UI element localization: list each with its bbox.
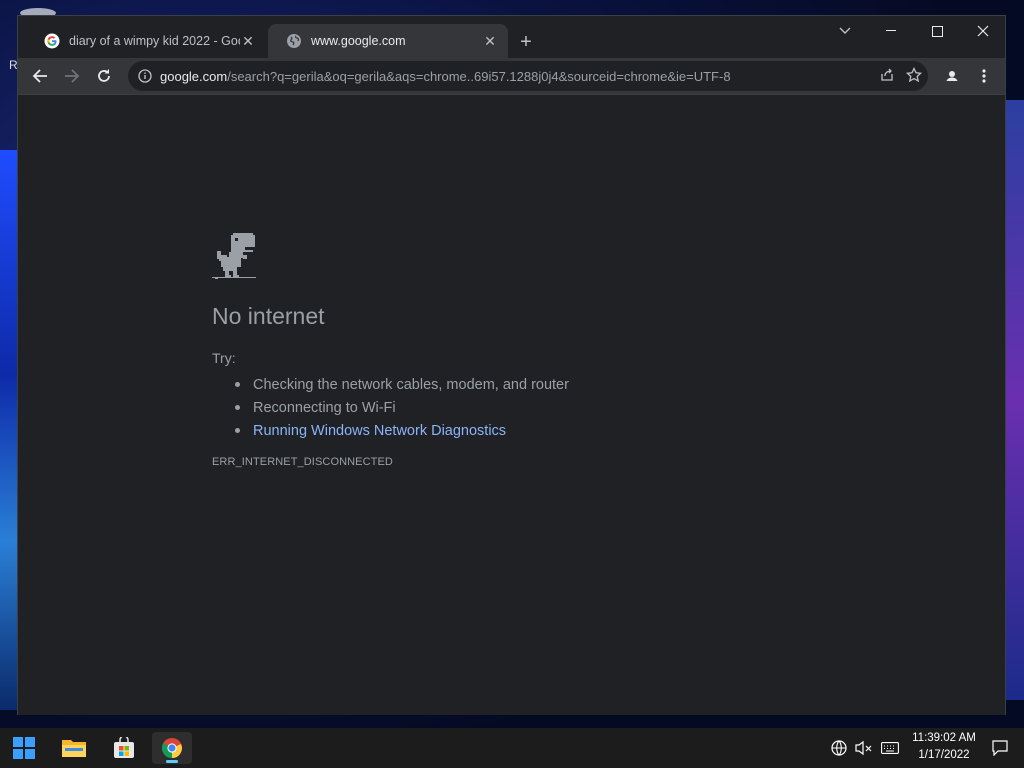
bullet-icon xyxy=(235,382,240,387)
share-icon[interactable] xyxy=(880,68,894,85)
list-item: Reconnecting to Wi-Fi xyxy=(212,396,569,419)
suggestion-link-text[interactable]: Running Windows Network Diagnostics xyxy=(253,423,506,439)
address-bar[interactable]: google.com/search?q=gerila&oq=gerila&aqs… xyxy=(128,61,928,91)
language-globe-icon[interactable] xyxy=(829,738,849,758)
reload-icon[interactable] xyxy=(90,62,118,90)
new-tab-icon[interactable]: + xyxy=(514,30,538,54)
error-code: ERR_INTERNET_DISCONNECTED xyxy=(212,456,393,468)
close-tab-icon[interactable]: ✕ xyxy=(240,33,256,49)
tab-diary-of-a-wimpy-kid[interactable]: diary of a wimpy kid 2022 - Goog ✕ xyxy=(26,24,266,58)
globe-icon xyxy=(286,33,302,49)
google-g-icon xyxy=(44,33,60,49)
clock-time: 11:39:02 AM xyxy=(912,732,976,744)
site-info-icon[interactable] xyxy=(130,69,160,83)
bullet-icon xyxy=(235,405,240,410)
minimize-icon[interactable] xyxy=(868,16,914,46)
microsoft-store-icon[interactable] xyxy=(104,732,144,764)
url-host: google.com xyxy=(160,68,228,84)
tab-google-com[interactable]: www.google.com ✕ xyxy=(268,24,508,58)
chrome-icon[interactable] xyxy=(152,732,192,764)
tab-search-chevron-icon[interactable] xyxy=(830,16,860,46)
suggestion-text: Reconnecting to Wi-Fi xyxy=(253,399,396,416)
chrome-window: diary of a wimpy kid 2022 - Goog ✕ www.g… xyxy=(17,15,1006,715)
start-icon[interactable] xyxy=(4,732,44,764)
close-window-icon[interactable] xyxy=(960,16,1006,46)
tab-title: www.google.com xyxy=(311,34,406,48)
close-tab-icon[interactable]: ✕ xyxy=(482,33,498,49)
tab-title: diary of a wimpy kid 2022 - Goog xyxy=(69,34,240,48)
url-path: /search?q=gerila&oq=gerila&aqs=chrome..6… xyxy=(227,68,731,84)
notification-icon[interactable] xyxy=(990,738,1010,758)
bookmark-star-icon[interactable] xyxy=(905,66,923,86)
bullet-icon xyxy=(235,428,240,433)
tab-strip: diary of a wimpy kid 2022 - Goog ✕ www.g… xyxy=(18,16,1005,58)
keyboard-icon[interactable] xyxy=(880,738,900,758)
profile-icon[interactable] xyxy=(938,62,966,90)
suggestion-text: Checking the network cables, modem, and … xyxy=(253,376,569,393)
toolbar: google.com/search?q=gerila&oq=gerila&aqs… xyxy=(18,58,1005,94)
menu-kebab-icon[interactable] xyxy=(970,62,998,90)
maximize-icon[interactable] xyxy=(914,16,960,46)
network-diagnostics-link[interactable]: Running Windows Network Diagnostics xyxy=(212,419,569,442)
page-content: No internet Try: Checking the network ca… xyxy=(18,95,1005,715)
system-clock[interactable]: 11:39:02 AM 1/17/2022 xyxy=(906,730,982,764)
list-item: Checking the network cables, modem, and … xyxy=(212,373,569,396)
taskbar: 11:39:02 AM 1/17/2022 xyxy=(0,728,1024,768)
wallpaper-right xyxy=(1004,100,1024,700)
file-explorer-icon[interactable] xyxy=(54,732,94,764)
try-label: Try: xyxy=(212,350,236,366)
suggestion-list: Checking the network cables, modem, and … xyxy=(212,373,569,442)
forward-arrow-icon[interactable] xyxy=(58,62,86,90)
back-arrow-icon[interactable] xyxy=(26,62,54,90)
clock-date: 1/17/2022 xyxy=(918,749,970,761)
page-title: No internet xyxy=(212,303,325,329)
volume-muted-icon[interactable] xyxy=(854,738,874,758)
dinosaur-icon[interactable] xyxy=(211,231,257,284)
wallpaper-left xyxy=(0,150,18,710)
